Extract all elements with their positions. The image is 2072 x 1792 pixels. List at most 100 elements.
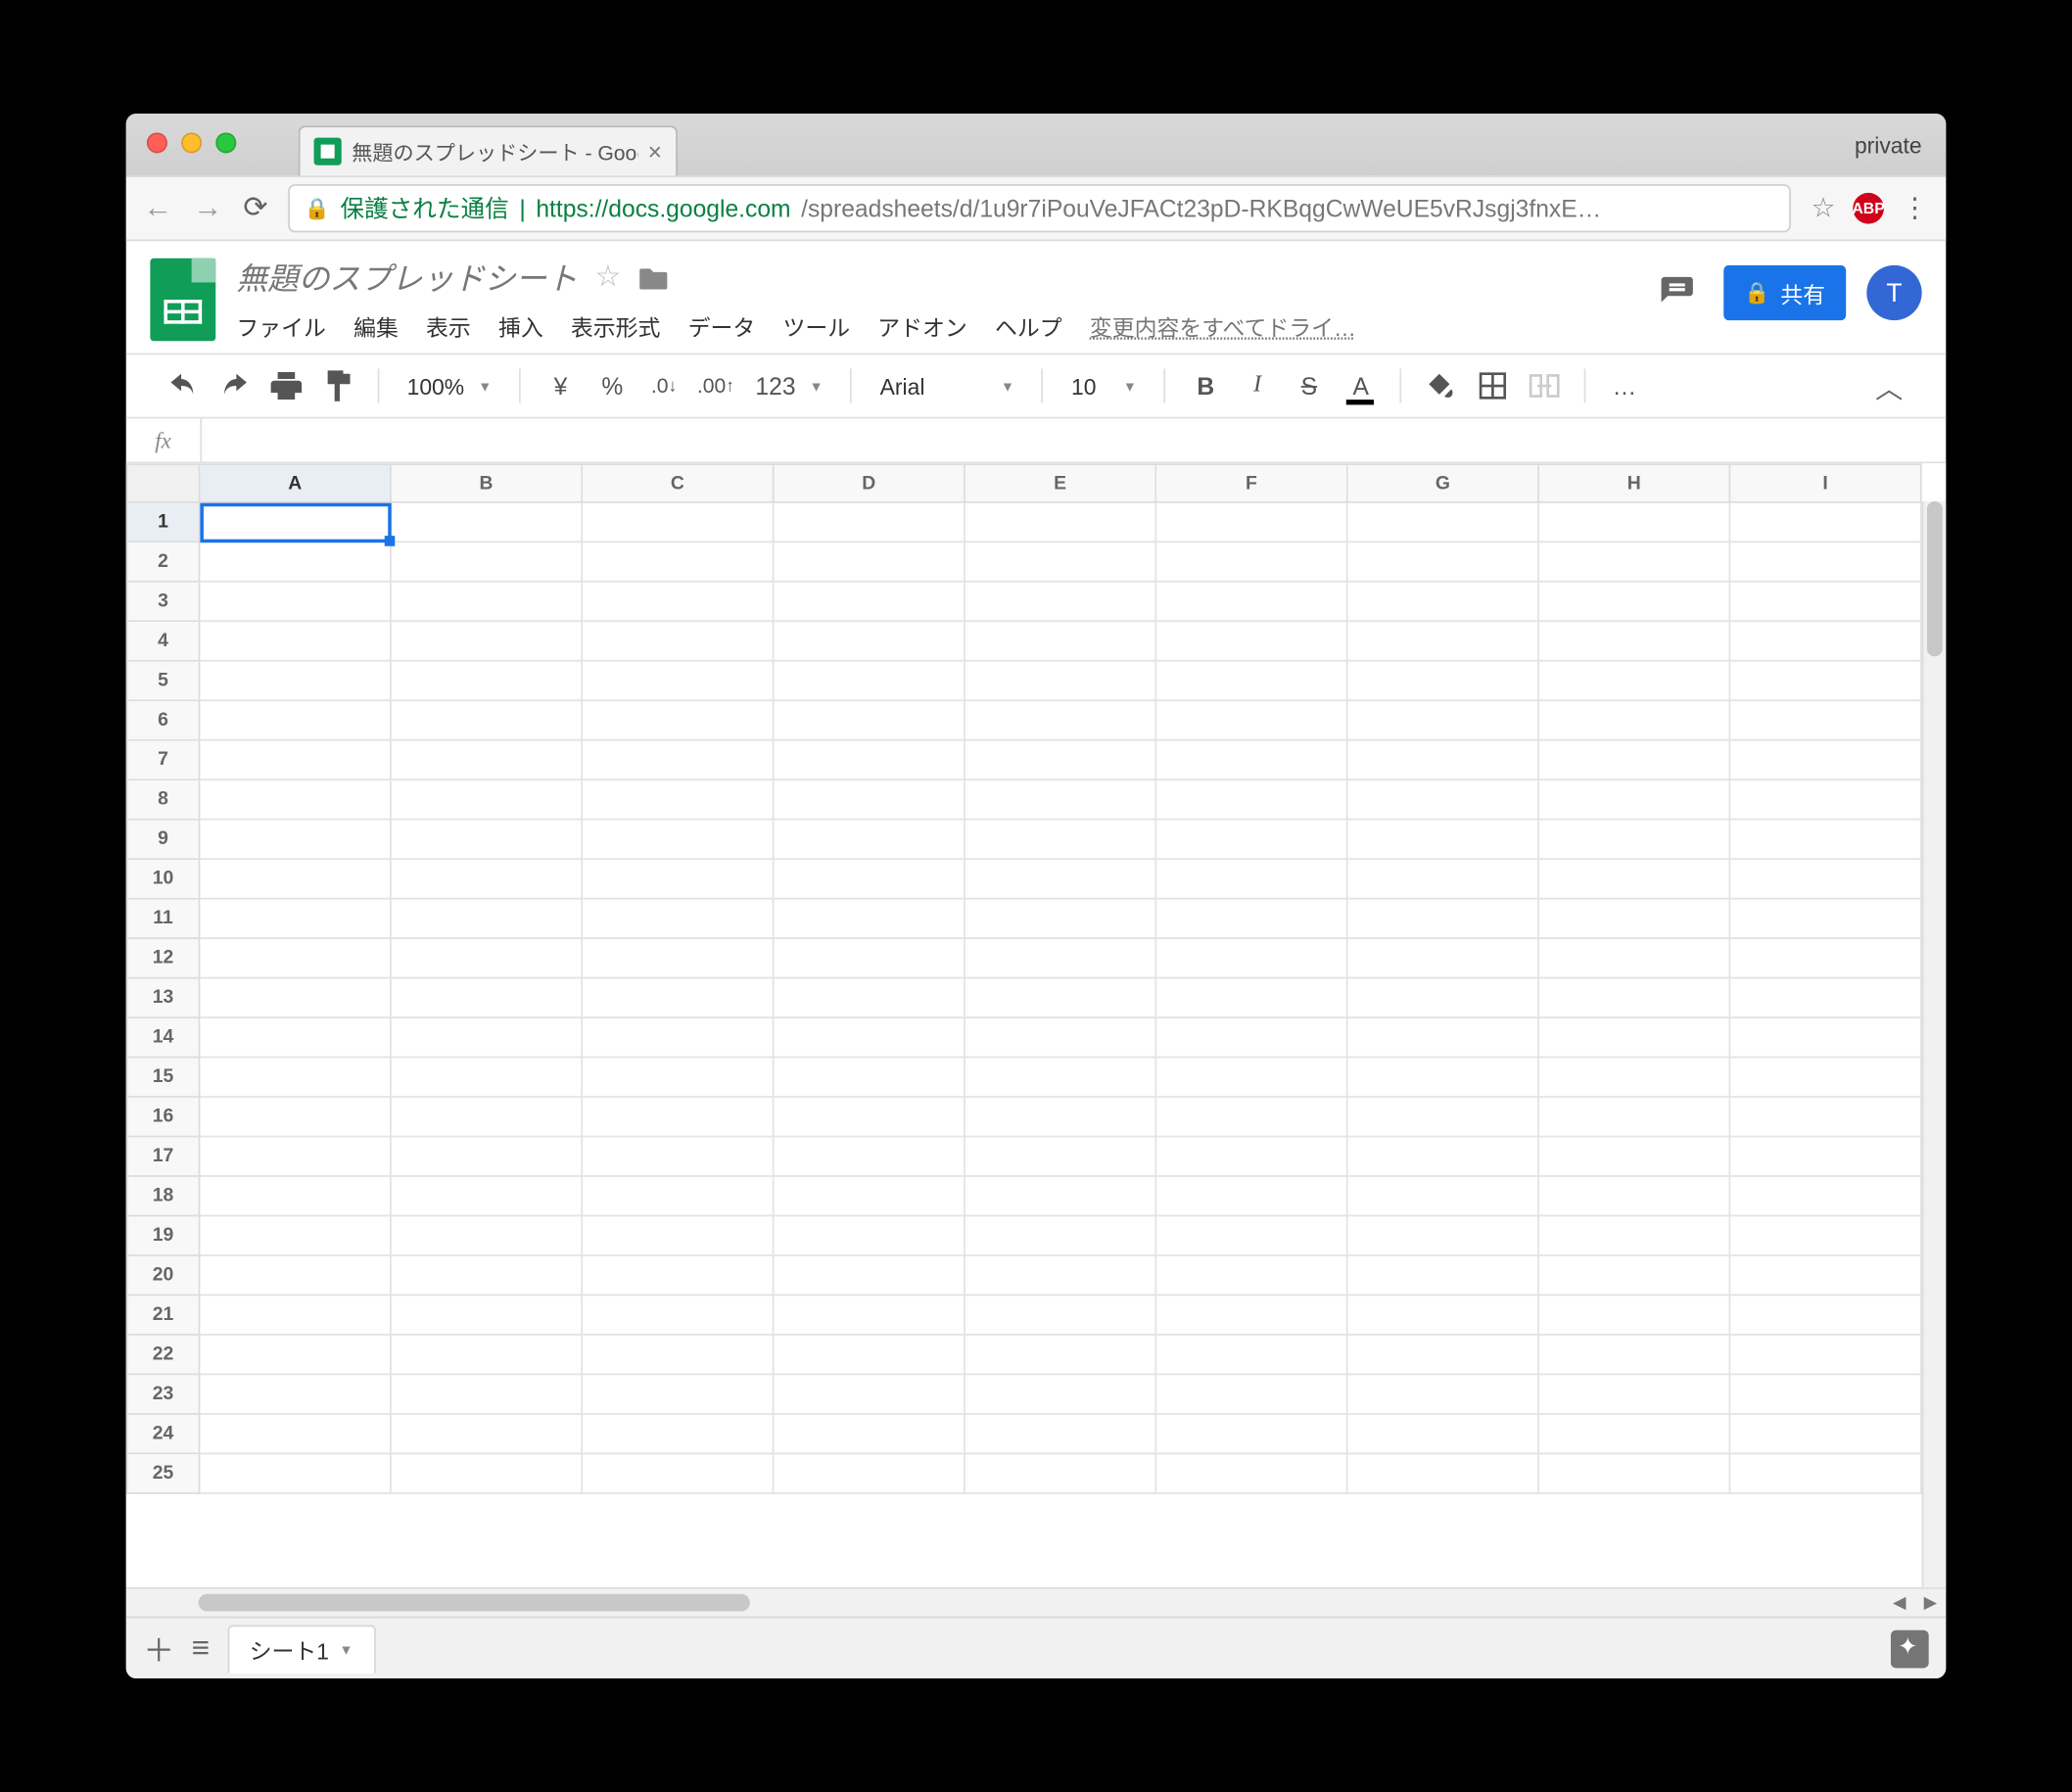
- cell[interactable]: [1155, 1176, 1346, 1215]
- cell[interactable]: [774, 502, 965, 542]
- paint-format-icon[interactable]: [315, 363, 360, 408]
- cell[interactable]: [965, 1137, 1155, 1176]
- tab-close-icon[interactable]: ×: [648, 138, 662, 165]
- cell[interactable]: [965, 1453, 1155, 1492]
- cell[interactable]: [1155, 1058, 1346, 1097]
- cell[interactable]: [1155, 502, 1346, 542]
- percent-button[interactable]: %: [589, 363, 635, 408]
- cell[interactable]: [1155, 661, 1346, 700]
- nav-reload-icon[interactable]: ⟳: [243, 191, 267, 225]
- cell[interactable]: [582, 700, 773, 739]
- cell[interactable]: [1538, 661, 1729, 700]
- cell[interactable]: [1155, 899, 1346, 938]
- cell[interactable]: [1729, 1215, 1920, 1254]
- cell[interactable]: [582, 1335, 773, 1374]
- cell[interactable]: [200, 1097, 391, 1136]
- cell[interactable]: [1347, 820, 1538, 859]
- cell[interactable]: [200, 1137, 391, 1176]
- cell[interactable]: [965, 1374, 1155, 1413]
- cell[interactable]: [774, 1215, 965, 1254]
- cell[interactable]: [1155, 859, 1346, 898]
- cell[interactable]: [200, 1374, 391, 1413]
- zoom-window-icon[interactable]: [215, 132, 236, 153]
- cell[interactable]: [1538, 1295, 1729, 1334]
- sheet-tab-1[interactable]: シート1 ▼: [227, 1625, 376, 1673]
- cell[interactable]: [391, 1374, 582, 1413]
- cell[interactable]: [1729, 1255, 1920, 1295]
- cell[interactable]: [582, 1176, 773, 1215]
- more-tools-button[interactable]: …: [1604, 363, 1649, 408]
- cell[interactable]: [582, 978, 773, 1017]
- cell[interactable]: [1347, 1017, 1538, 1057]
- cell[interactable]: [200, 542, 391, 581]
- cell[interactable]: [965, 740, 1155, 779]
- sheets-logo-icon[interactable]: [150, 259, 215, 341]
- cell[interactable]: [774, 582, 965, 621]
- cell[interactable]: [965, 661, 1155, 700]
- cell[interactable]: [200, 859, 391, 898]
- cell[interactable]: [1347, 502, 1538, 542]
- cell[interactable]: [1155, 978, 1346, 1017]
- row-header[interactable]: 1: [127, 502, 200, 542]
- cell[interactable]: [1538, 779, 1729, 819]
- cell[interactable]: [1538, 1453, 1729, 1492]
- cell[interactable]: [1729, 1295, 1920, 1334]
- merge-cells-icon[interactable]: [1523, 363, 1568, 408]
- cell[interactable]: [965, 1255, 1155, 1295]
- cell[interactable]: [965, 899, 1155, 938]
- cell[interactable]: [965, 1215, 1155, 1254]
- redo-icon[interactable]: [212, 363, 258, 408]
- cell[interactable]: [582, 1414, 773, 1453]
- cell[interactable]: [965, 1058, 1155, 1097]
- cell[interactable]: [582, 1453, 773, 1492]
- scroll-right-icon[interactable]: ▶: [1915, 1593, 1947, 1612]
- fill-color-icon[interactable]: [1420, 363, 1465, 408]
- cell[interactable]: [1538, 542, 1729, 581]
- cell[interactable]: [1538, 1176, 1729, 1215]
- cell[interactable]: [1729, 1335, 1920, 1374]
- cell[interactable]: [1538, 700, 1729, 739]
- cell[interactable]: [582, 1255, 773, 1295]
- cell[interactable]: [200, 1058, 391, 1097]
- menu-tools[interactable]: ツール: [782, 310, 850, 343]
- cell[interactable]: [1347, 700, 1538, 739]
- cell[interactable]: [774, 740, 965, 779]
- cell[interactable]: [965, 582, 1155, 621]
- column-header[interactable]: G: [1347, 464, 1538, 502]
- cell[interactable]: [1538, 1255, 1729, 1295]
- cell[interactable]: [1729, 661, 1920, 700]
- font-select[interactable]: Arial▼: [870, 363, 1024, 408]
- cell[interactable]: [200, 1176, 391, 1215]
- cell[interactable]: [1538, 1215, 1729, 1254]
- cell[interactable]: [774, 938, 965, 977]
- text-color-button[interactable]: A: [1339, 363, 1384, 408]
- cell[interactable]: [391, 938, 582, 977]
- cell[interactable]: [582, 779, 773, 819]
- cell[interactable]: [965, 542, 1155, 581]
- cell[interactable]: [1538, 582, 1729, 621]
- cell[interactable]: [582, 820, 773, 859]
- cell[interactable]: [1538, 1335, 1729, 1374]
- cell[interactable]: [1155, 582, 1346, 621]
- column-header[interactable]: A: [200, 464, 391, 502]
- cell[interactable]: [391, 700, 582, 739]
- row-header[interactable]: 5: [127, 661, 200, 700]
- borders-icon[interactable]: [1471, 363, 1516, 408]
- cell[interactable]: [200, 978, 391, 1017]
- number-format-select[interactable]: 123▼: [745, 363, 833, 408]
- row-header[interactable]: 18: [127, 1176, 200, 1215]
- italic-button[interactable]: I: [1235, 363, 1280, 408]
- nav-back-icon[interactable]: ←: [143, 191, 172, 225]
- cell[interactable]: [1347, 1255, 1538, 1295]
- browser-menu-icon[interactable]: ⋮: [1902, 191, 1929, 225]
- cell[interactable]: [1347, 1453, 1538, 1492]
- cell[interactable]: [1729, 582, 1920, 621]
- row-header[interactable]: 22: [127, 1335, 200, 1374]
- cell[interactable]: [391, 740, 582, 779]
- cell[interactable]: [582, 621, 773, 660]
- cell[interactable]: [774, 1374, 965, 1413]
- row-header[interactable]: 9: [127, 820, 200, 859]
- cell[interactable]: [1155, 1215, 1346, 1254]
- cell[interactable]: [1538, 899, 1729, 938]
- cell[interactable]: [1729, 502, 1920, 542]
